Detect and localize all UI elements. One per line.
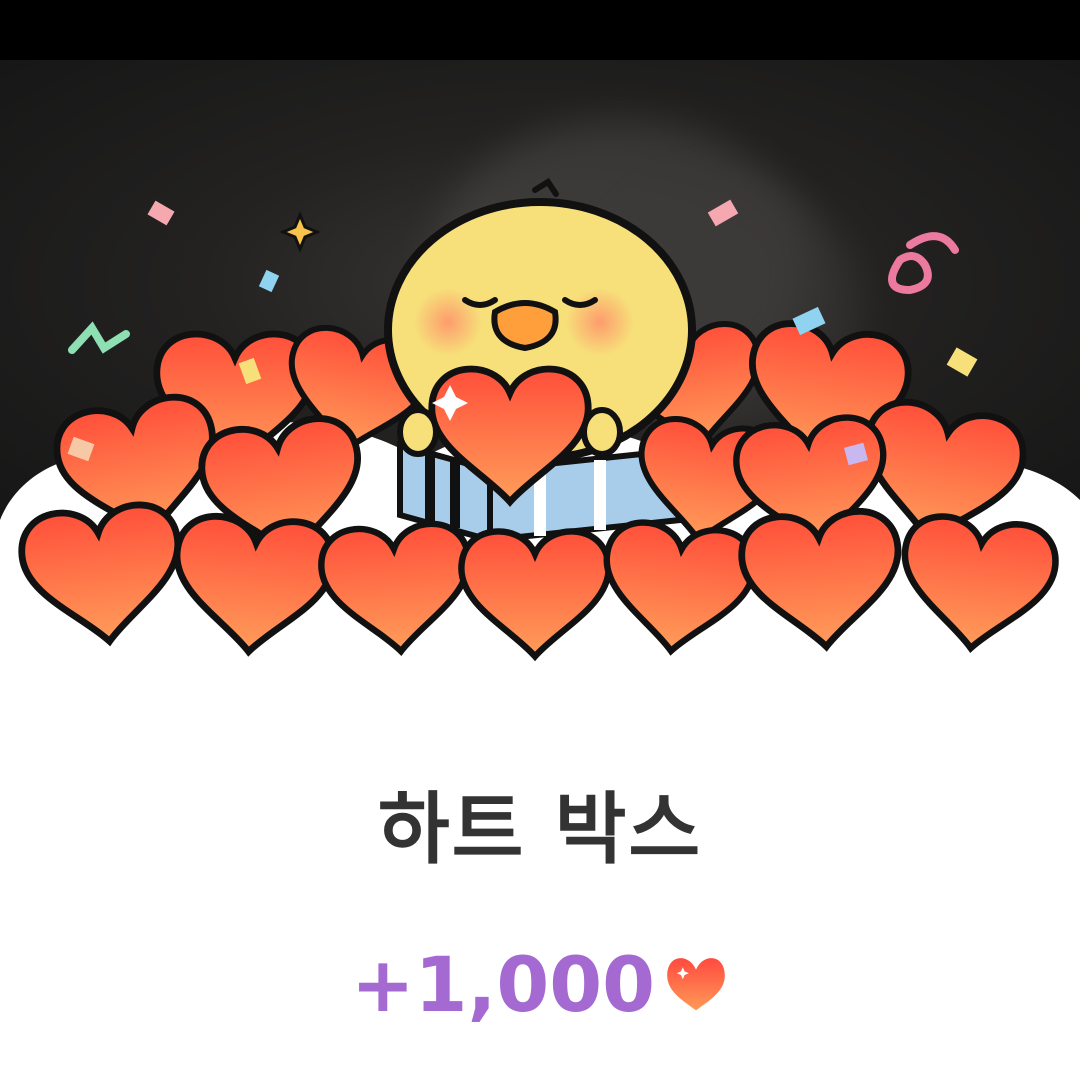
- heart-box-illustration: [0, 177, 1080, 700]
- reward-amount-row: +1,000: [0, 930, 1080, 1040]
- reward-title: 하트 박스: [377, 785, 703, 875]
- heart-icon: [663, 930, 729, 1040]
- reward-amount: +1,000: [350, 940, 656, 1029]
